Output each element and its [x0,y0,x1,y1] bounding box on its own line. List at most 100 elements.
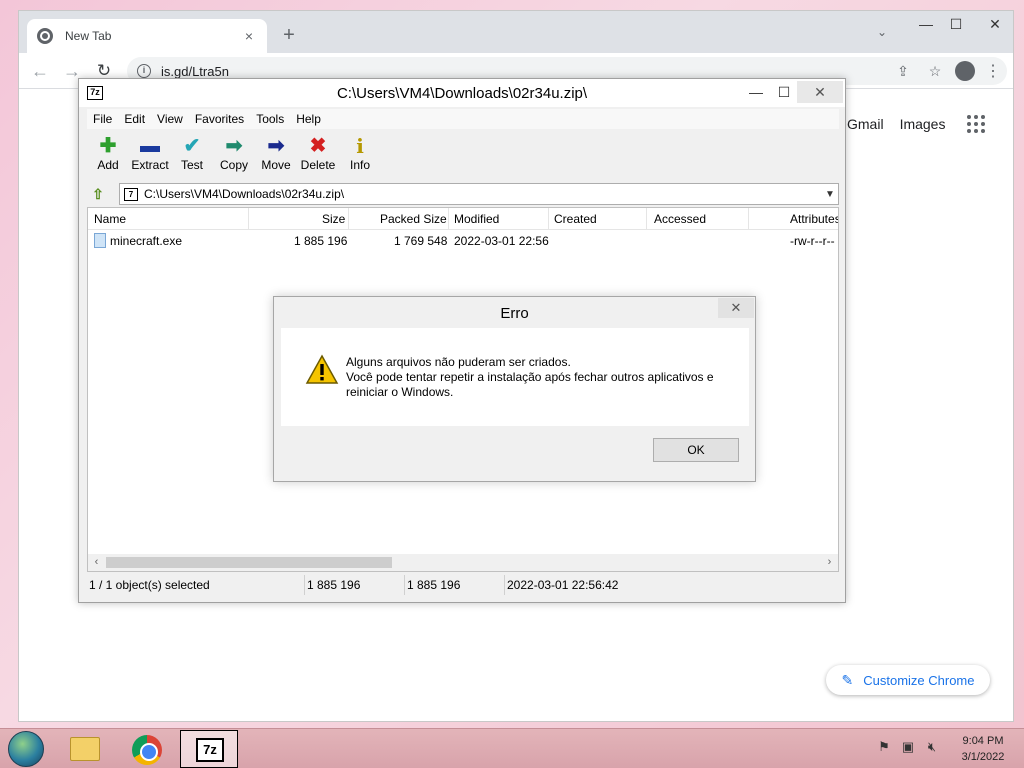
clock-time: 9:04 PM [962,735,1004,747]
tab-new-tab[interactable]: New Tab × [27,19,267,53]
scroll-left-icon[interactable]: ‹ [88,555,105,570]
column-size[interactable]: Size [322,212,345,226]
share-icon[interactable]: ⇪ [891,63,915,80]
status-packed: 1 885 196 [405,575,505,595]
copy-button[interactable]: ➡ Copy [213,131,255,179]
bookmark-star-icon[interactable]: ☆ [923,63,947,80]
volume-muted-icon[interactable]: 🔇︎ [920,739,944,755]
customize-chrome-button[interactable]: ✎ Customize Chrome [826,665,990,695]
status-modified: 2022-03-01 22:56:42 [507,578,619,592]
column-divider[interactable] [748,208,749,230]
status-bar: 1 / 1 object(s) selected 1 885 196 1 885… [87,575,839,595]
column-attributes[interactable]: Attributes [790,212,838,226]
dialog-body: Alguns arquivos não puderam ser criados.… [281,328,749,426]
info-icon: i [356,134,364,158]
column-packed-size[interactable]: Packed Size [380,212,447,226]
file-modified: 2022-03-01 22:56 [454,234,549,248]
file-packed-size: 1 769 548 [394,234,448,248]
profile-avatar-icon[interactable] [955,61,975,81]
customize-chrome-label: Customize Chrome [863,672,975,688]
action-center-flag-icon[interactable]: ⚑ [872,739,896,755]
menu-file[interactable]: File [87,112,118,126]
folder-icon [70,737,100,761]
new-tab-button[interactable]: + [277,23,301,47]
sevenzip-titlebar[interactable]: 7z C:\Users\VM4\Downloads\02r34u.zip\ — … [79,79,845,107]
tab-search-chevron-icon[interactable]: ⌄ [877,25,887,39]
file-name: minecraft.exe [110,234,183,248]
copy-arrow-icon: ➡ [225,135,243,157]
chrome-maximize-button[interactable]: ☐ [941,13,971,35]
gmail-link[interactable]: Gmail [847,116,884,132]
taskbar-explorer-button[interactable] [56,730,114,768]
tab-title: New Tab [65,29,112,43]
dialog-message-line1: Alguns arquivos não puderam ser criados. [346,355,571,369]
tab-close-icon[interactable]: × [241,28,257,44]
sevenzip-close-button[interactable]: ✕ [797,81,843,103]
path-combobox[interactable]: 7 C:\Users\VM4\Downloads\02r34u.zip\ ▼ [119,183,839,205]
error-dialog: Erro ✕ Alguns arquivos não puderam ser c… [273,296,756,482]
column-divider[interactable] [348,208,349,230]
network-icon[interactable]: ▣ [896,739,920,755]
sevenzip-logo-icon: 7z [196,738,224,762]
test-button[interactable]: ✔ Test [171,131,213,179]
extract-button[interactable]: ▬ Extract [129,131,171,179]
delete-button[interactable]: ✖ Delete [297,131,339,179]
chrome-tab-strip: New Tab × + ⌄ — ☐ ✕ [19,11,1013,53]
column-divider[interactable] [646,208,647,230]
info-button[interactable]: i Info [339,131,381,179]
chrome-logo-icon [132,735,162,765]
dialog-close-button[interactable]: ✕ [718,298,754,318]
menu-tools[interactable]: Tools [250,112,290,126]
table-row[interactable]: minecraft.exe 1 885 196 1 769 548 2022-0… [88,231,838,251]
column-name[interactable]: Name [94,212,126,226]
add-button[interactable]: ✚ Add [87,131,129,179]
up-folder-icon[interactable]: ⇧ [87,184,109,204]
status-selected: 1 / 1 object(s) selected [87,575,305,595]
start-button[interactable] [8,731,44,767]
path-text[interactable]: C:\Users\VM4\Downloads\02r34u.zip\ [144,187,822,201]
menu-view[interactable]: View [151,112,189,126]
column-divider[interactable] [548,208,549,230]
move-label: Move [261,158,291,172]
ok-button[interactable]: OK [653,438,739,462]
dialog-message: Alguns arquivos não puderam ser criados.… [346,355,736,400]
menu-help[interactable]: Help [290,112,327,126]
google-apps-icon[interactable] [967,115,986,133]
taskbar-7zip-button[interactable]: 7z [180,730,238,768]
move-arrow-icon: ➡ [267,135,285,157]
chevron-down-icon[interactable]: ▼ [822,189,838,200]
column-accessed[interactable]: Accessed [654,212,706,226]
back-arrow-icon[interactable]: ← [29,60,51,82]
file-attributes: -rw-r--r-- [790,234,835,248]
system-tray: ⚑ ▣ 🔇︎ [872,739,944,755]
chrome-menu-icon[interactable]: ⋮ [985,61,1001,81]
sevenzip-title: C:\Users\VM4\Downloads\02r34u.zip\ [336,85,588,102]
plus-icon: ✚ [99,135,117,157]
taskbar: 7z ⚑ ▣ 🔇︎ 9:04 PM 3/1/2022 [0,728,1024,768]
file-icon [94,233,106,248]
sevenzip-minimize-button[interactable]: — [743,81,769,103]
taskbar-clock[interactable]: 9:04 PM 3/1/2022 [948,733,1018,765]
horizontal-scrollbar[interactable]: ‹ › [88,554,838,571]
menu-edit[interactable]: Edit [118,112,151,126]
status-size: 1 885 196 [305,575,405,595]
column-divider[interactable] [248,208,249,230]
menu-favorites[interactable]: Favorites [189,112,250,126]
file-list-header: Name Size Packed Size Modified Created A… [88,208,838,230]
sevenzip-address-bar: ⇧ 7 C:\Users\VM4\Downloads\02r34u.zip\ ▼ [87,182,839,206]
site-info-icon[interactable]: i [137,64,151,78]
chrome-favicon-icon [37,28,53,44]
column-modified[interactable]: Modified [454,212,499,226]
scroll-right-icon[interactable]: › [821,555,838,570]
images-link[interactable]: Images [900,116,946,132]
taskbar-chrome-button[interactable] [118,730,176,768]
url-text[interactable]: is.gd/Ltra5n [161,64,891,79]
move-button[interactable]: ➡ Move [255,131,297,179]
scrollbar-thumb[interactable] [106,557,392,568]
column-divider[interactable] [448,208,449,230]
sevenzip-maximize-button[interactable]: ☐ [771,81,797,103]
info-label: Info [349,158,370,172]
chrome-close-button[interactable]: ✕ [975,13,1015,35]
chrome-minimize-button[interactable]: — [911,13,941,35]
column-created[interactable]: Created [554,212,597,226]
